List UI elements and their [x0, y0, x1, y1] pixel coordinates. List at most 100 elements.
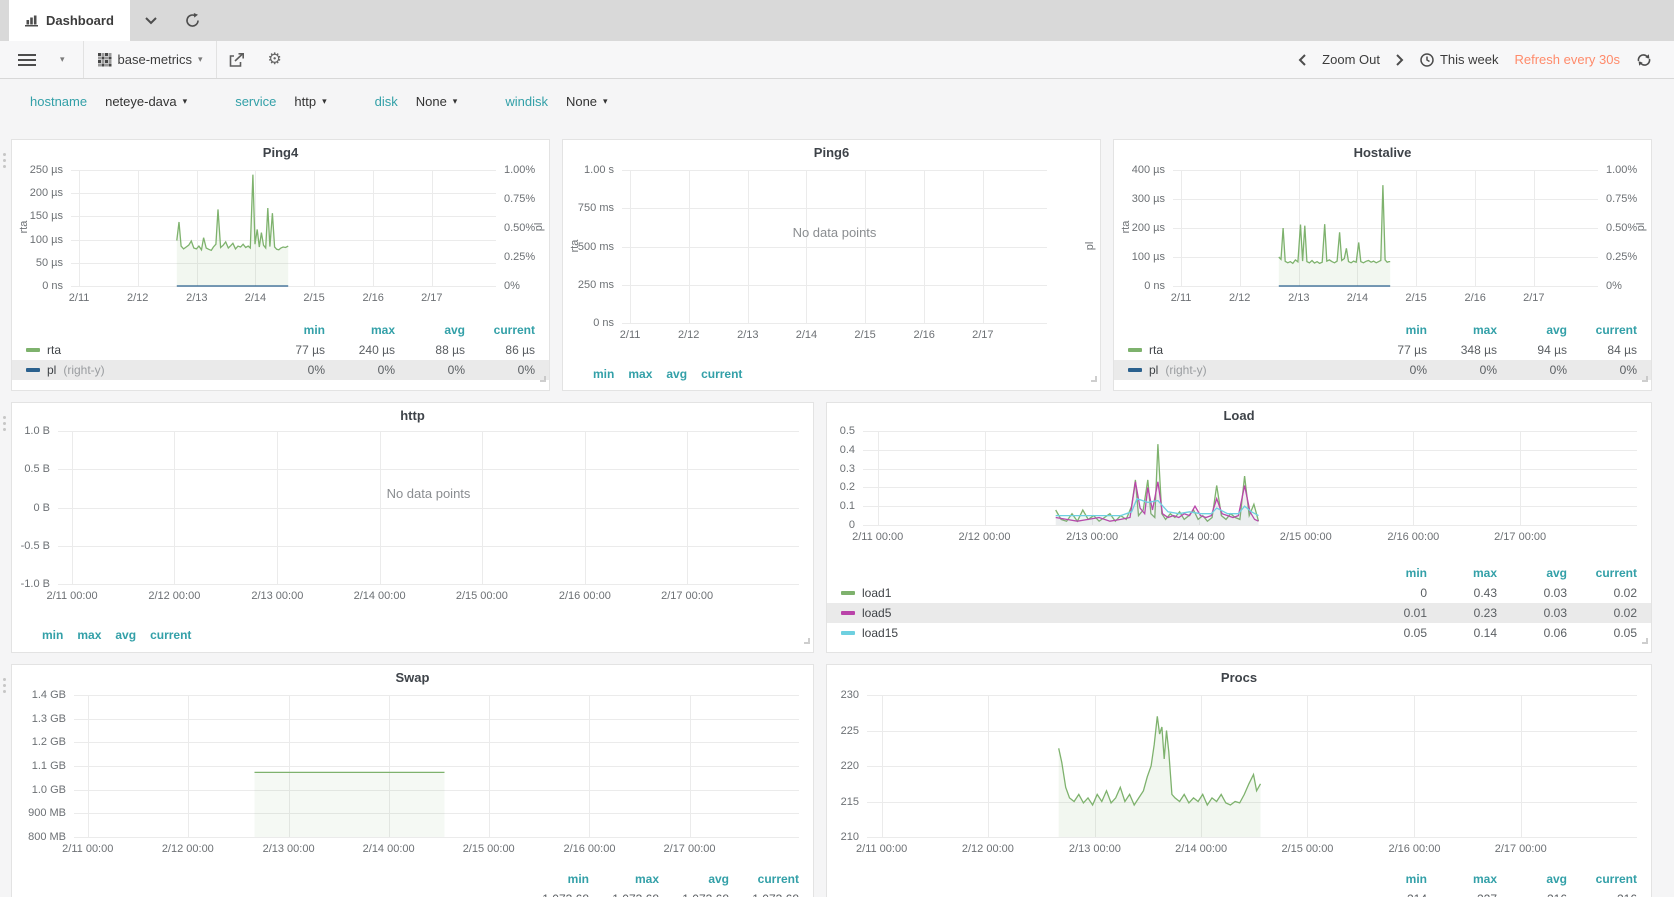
- panel-resize-handle[interactable]: [1640, 370, 1649, 388]
- chart-procs[interactable]: [867, 695, 1637, 837]
- legend-header-avg[interactable]: avg: [115, 628, 136, 642]
- legend-header-max[interactable]: max: [77, 628, 101, 642]
- variable-service-label[interactable]: service: [235, 94, 276, 109]
- panel-resize-handle[interactable]: [802, 632, 811, 650]
- legend-header-current[interactable]: current: [729, 869, 799, 889]
- legend-series-load1[interactable]: load1: [841, 583, 1357, 603]
- refresh-interval-picker[interactable]: Refresh every 30s: [1507, 41, 1629, 78]
- variable-hostname-label[interactable]: hostname: [30, 94, 87, 109]
- legend-header-current[interactable]: current: [701, 367, 742, 381]
- row-drag-handle[interactable]: [3, 416, 9, 431]
- dashboard-picker[interactable]: base-metrics ▾: [84, 41, 217, 78]
- legend-table: minmaxavgcurrent1,073,681,073,681,073,68…: [12, 869, 813, 897]
- dashboard-settings-button[interactable]: ⚙: [257, 41, 291, 78]
- variable-service-value[interactable]: http ▾: [294, 94, 326, 109]
- time-forward-button[interactable]: [1388, 41, 1412, 78]
- legend-header-avg[interactable]: avg: [1497, 320, 1567, 340]
- series-color-swatch: [841, 611, 855, 615]
- legend-header-max[interactable]: max: [628, 367, 652, 381]
- tab-menu-button[interactable]: [130, 0, 172, 41]
- legend-header-max[interactable]: max: [325, 320, 395, 340]
- series-color-swatch: [841, 631, 855, 635]
- variable-disk-label[interactable]: disk: [375, 94, 398, 109]
- variable-disk-value[interactable]: None ▾: [416, 94, 458, 109]
- dropdown-caret-icon: ▾: [183, 97, 188, 106]
- legend-header-current[interactable]: current: [1567, 869, 1637, 889]
- legend-row-rta: rta77 µs348 µs94 µs84 µs: [1114, 340, 1651, 360]
- variable-hostname-value[interactable]: neteye-dava ▾: [105, 94, 187, 109]
- share-dashboard-button[interactable]: [217, 41, 257, 78]
- legend-header-avg[interactable]: avg: [666, 367, 687, 381]
- legend-series-pl[interactable]: pl(right-y): [26, 360, 255, 380]
- chart-load[interactable]: [863, 431, 1637, 525]
- legend-header-current[interactable]: current: [1567, 320, 1637, 340]
- legend-header-min[interactable]: min: [1357, 320, 1427, 340]
- legend-header-min[interactable]: min: [519, 869, 589, 889]
- legend-header-max[interactable]: max: [1427, 563, 1497, 583]
- panel-resize-handle[interactable]: [1640, 632, 1649, 650]
- legend-header-avg[interactable]: avg: [1497, 869, 1567, 889]
- row-drag-handle[interactable]: [3, 678, 9, 693]
- panel-title-ping6[interactable]: Ping6: [563, 145, 1100, 160]
- dashboard-tab[interactable]: Dashboard: [9, 0, 130, 41]
- time-range-picker[interactable]: This week: [1412, 41, 1507, 78]
- legend-header-spacer: [26, 320, 255, 340]
- panel-title-procs[interactable]: Procs: [827, 670, 1651, 685]
- panel-resize-handle[interactable]: [538, 370, 547, 388]
- legend-series-load15[interactable]: load15: [841, 623, 1357, 643]
- dropdown-caret-icon: ▾: [198, 55, 203, 64]
- legend-header-max[interactable]: max: [1427, 869, 1497, 889]
- legend-header-current[interactable]: current: [150, 628, 191, 642]
- panel-title-load[interactable]: Load: [827, 408, 1651, 423]
- legend-value: 84 µs: [1567, 340, 1637, 360]
- legend-header-current[interactable]: current: [1567, 563, 1637, 583]
- legend-header-current[interactable]: current: [465, 320, 535, 340]
- refresh-dashboard-button[interactable]: [1628, 41, 1660, 78]
- legend-series-rta[interactable]: rta: [26, 340, 255, 360]
- main-menu-button[interactable]: [10, 41, 44, 78]
- legend-value: 0.03: [1497, 583, 1567, 603]
- chart-ping6[interactable]: [622, 170, 1047, 323]
- legend-header-max[interactable]: max: [1427, 320, 1497, 340]
- legend-header-min[interactable]: min: [255, 320, 325, 340]
- chart-hostalive[interactable]: [1173, 170, 1598, 286]
- variable-windisk-value[interactable]: None ▾: [566, 94, 608, 109]
- legend-series-swap[interactable]: [26, 889, 519, 897]
- x-axis-tick: 2/16 00:00: [1373, 531, 1453, 543]
- panel-title-swap[interactable]: Swap: [12, 670, 813, 685]
- legend-header-min[interactable]: min: [593, 367, 614, 381]
- legend-header-avg[interactable]: avg: [1497, 563, 1567, 583]
- legend-header-min[interactable]: min: [1357, 563, 1427, 583]
- menu-caret-button[interactable]: ▾: [52, 41, 73, 78]
- legend-header-min[interactable]: min: [1357, 869, 1427, 889]
- legend-value: 86 µs: [465, 340, 535, 360]
- legend-header-avg[interactable]: avg: [395, 320, 465, 340]
- panel-resize-handle[interactable]: [1089, 370, 1098, 388]
- y-axis-tick: 1.1 GB: [12, 760, 66, 772]
- y-axis-tick: 250 µs: [12, 164, 63, 176]
- chart-http[interactable]: [58, 431, 799, 584]
- series-color-swatch: [1128, 368, 1142, 372]
- x-axis-tick: 2/12 00:00: [134, 590, 214, 602]
- panel-title-http[interactable]: http: [12, 408, 813, 423]
- legend-header-max[interactable]: max: [589, 869, 659, 889]
- row-drag-handle[interactable]: [3, 153, 9, 168]
- legend-header-spacer: [26, 869, 519, 889]
- legend-header-avg[interactable]: avg: [659, 869, 729, 889]
- variable-windisk-label[interactable]: windisk: [505, 94, 548, 109]
- panel-title-ping4[interactable]: Ping4: [12, 145, 549, 160]
- zoom-out-button[interactable]: Zoom Out: [1314, 41, 1388, 78]
- reload-icon: [185, 13, 200, 28]
- x-axis-tick: 2/11 00:00: [842, 843, 922, 855]
- legend-series-load5[interactable]: load5: [841, 603, 1357, 623]
- legend-series-rta[interactable]: rta: [1128, 340, 1357, 360]
- panel-title-hostalive[interactable]: Hostalive: [1114, 145, 1651, 160]
- chart-swap[interactable]: [74, 695, 799, 837]
- tab-reload-button[interactable]: [172, 0, 214, 41]
- legend-header-min[interactable]: min: [42, 628, 63, 642]
- legend-series-pl[interactable]: pl(right-y): [1128, 360, 1357, 380]
- legend-series-procs[interactable]: [841, 889, 1357, 897]
- panel-hostalive: Hostalive400 µs300 µs200 µs100 µs0 ns1.0…: [1113, 139, 1652, 391]
- chart-ping4[interactable]: [71, 170, 496, 286]
- time-back-button[interactable]: [1290, 41, 1314, 78]
